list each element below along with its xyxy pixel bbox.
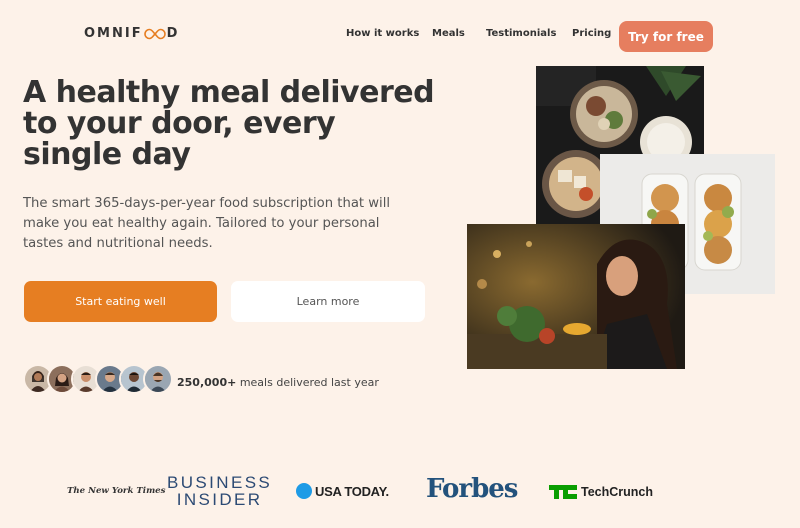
- start-eating-well-button[interactable]: Start eating well: [24, 281, 217, 322]
- usa-today-logo: USA TODAY.: [296, 483, 389, 499]
- hero-image-woman-eating: [467, 224, 685, 369]
- logo-text-left: OMNIF: [84, 26, 143, 41]
- nav-meals[interactable]: Meals: [432, 28, 465, 39]
- omnifood-logo[interactable]: OMNIF D: [84, 26, 179, 41]
- techcrunch-tc-icon: [549, 485, 577, 499]
- business-insider-line2: INSIDER: [176, 490, 263, 509]
- techcrunch-logo: TechCrunch: [549, 485, 653, 499]
- techcrunch-text: TechCrunch: [581, 485, 653, 499]
- hero-description: The smart 365-days-per-year food subscri…: [23, 196, 391, 251]
- meals-delivered-stat: 250,000+ meals delivered last year: [177, 376, 379, 389]
- nyt-logo: The New York Times: [67, 486, 166, 496]
- logo-text-right: D: [166, 26, 180, 41]
- business-insider-line1: BUSINESS: [167, 473, 273, 492]
- try-for-free-button[interactable]: Try for free: [619, 21, 713, 52]
- forbes-logo: Forbes: [426, 474, 518, 504]
- nav-how-it-works[interactable]: How it works: [346, 28, 419, 39]
- business-insider-logo: BUSINESS INSIDER: [167, 474, 272, 508]
- infinity-logo-icon: [143, 28, 166, 40]
- usa-today-text: USA TODAY.: [315, 483, 389, 499]
- usa-today-dot-icon: [296, 483, 312, 499]
- hero-title: A healthy meal delivered to your door, e…: [23, 75, 435, 172]
- nav-testimonials[interactable]: Testimonials: [486, 28, 556, 39]
- learn-more-button[interactable]: Learn more: [231, 281, 425, 322]
- meals-delivered-count: 250,000+: [177, 376, 237, 389]
- customer-avatar: [143, 364, 173, 394]
- meals-delivered-text: meals delivered last year: [236, 376, 379, 389]
- customer-avatars: [23, 364, 173, 394]
- nav-pricing[interactable]: Pricing: [572, 28, 611, 39]
